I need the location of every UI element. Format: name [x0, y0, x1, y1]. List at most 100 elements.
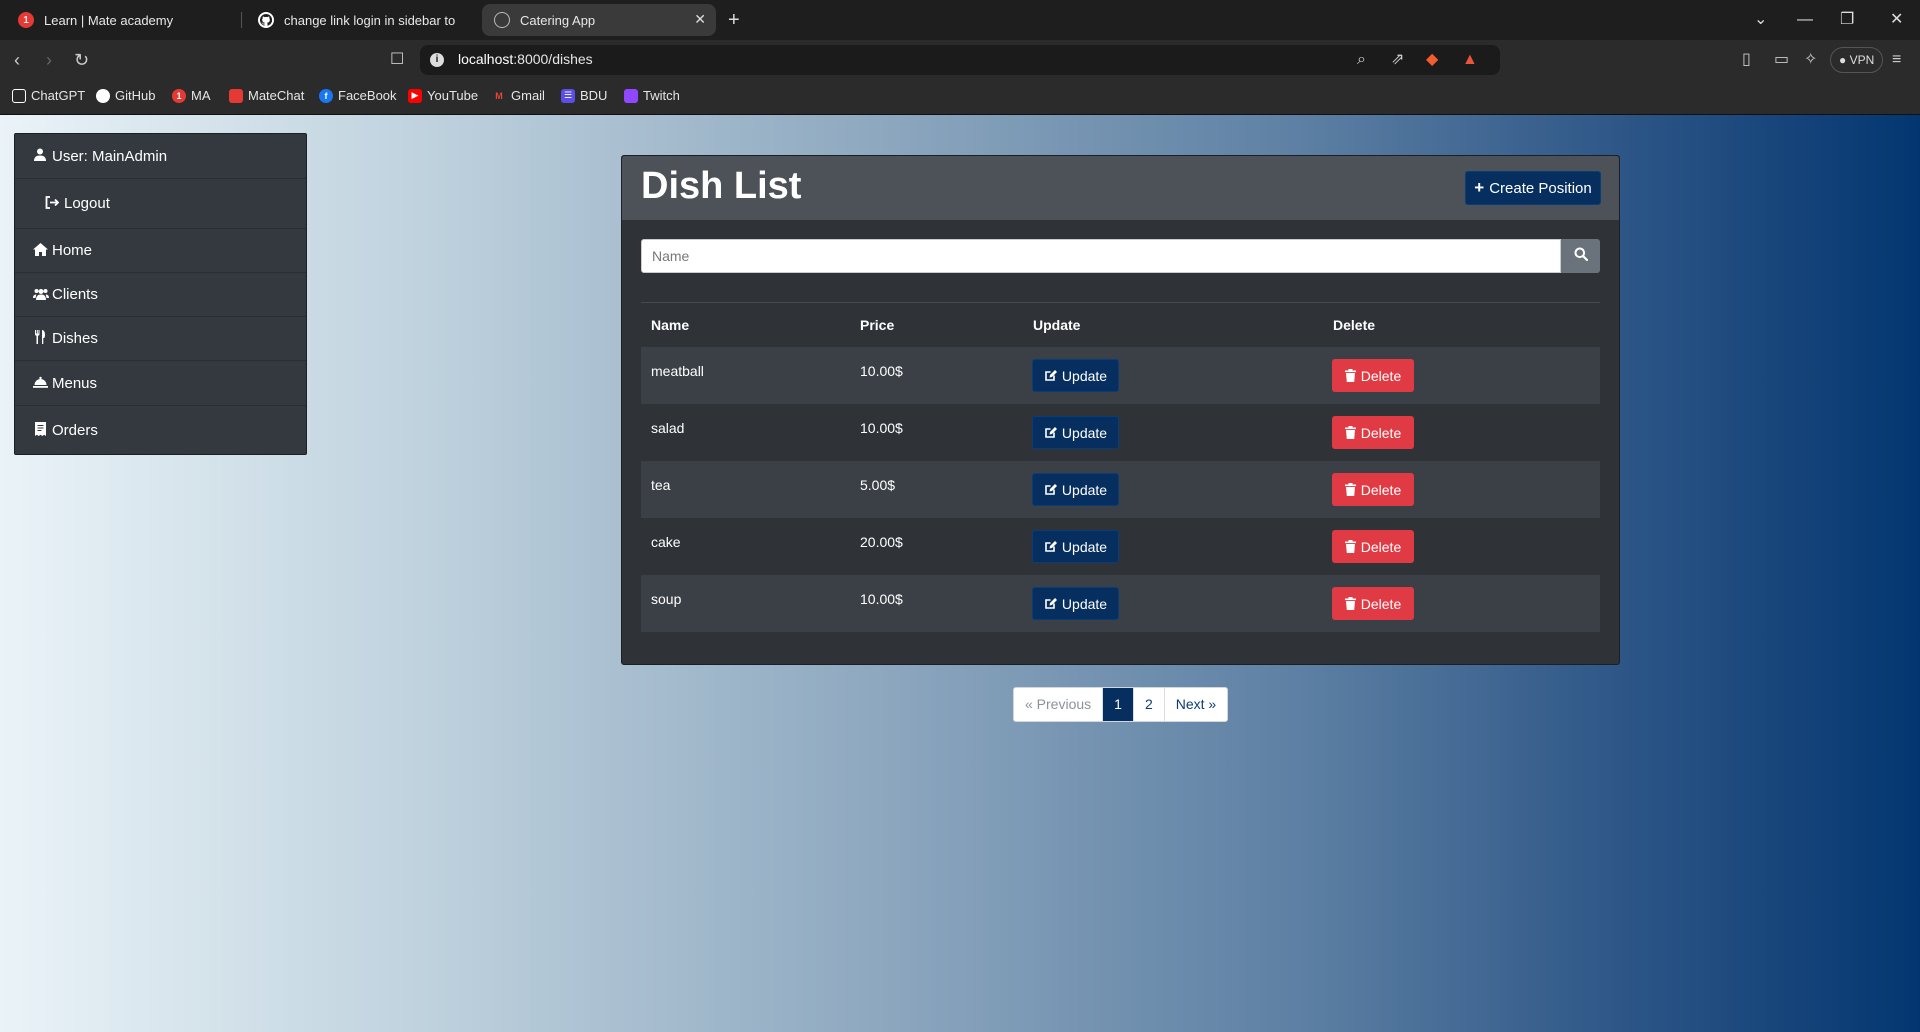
bookmark-ma[interactable]: 1 MA — [172, 88, 211, 103]
delete-button[interactable]: Delete — [1332, 587, 1414, 620]
trash-icon — [1344, 369, 1356, 382]
gmail-icon: M — [495, 90, 503, 101]
leo-ai-icon[interactable]: ✧ — [1804, 49, 1817, 71]
edit-icon — [1045, 598, 1057, 609]
bookmark-gmail[interactable]: M Gmail — [492, 88, 545, 103]
bookmark-facebook[interactable]: f FaceBook — [319, 88, 397, 103]
restore-icon[interactable]: ❐ — [1840, 8, 1854, 32]
tab-title: change link login in sidebar to avoid — [284, 12, 456, 28]
users-icon — [33, 287, 49, 303]
sidebar-item-home[interactable]: Home — [15, 229, 306, 273]
browser-tab-mate-academy[interactable]: 1 Learn | Mate academy — [6, 4, 236, 36]
table-row: soup 10.00$ Update Delete — [641, 575, 1600, 632]
mate-academy-icon: 1 — [172, 88, 186, 103]
close-window-icon[interactable]: ✕ — [1890, 8, 1903, 32]
update-button[interactable]: Update — [1032, 587, 1119, 620]
site-info-icon[interactable]: i — [430, 53, 444, 67]
bookmark-youtube[interactable]: ▶ YouTube — [408, 88, 478, 103]
mate-academy-icon: 1 — [18, 12, 34, 28]
pagination-page-1[interactable]: 1 — [1103, 688, 1134, 721]
column-header-name: Name — [651, 317, 690, 333]
browser-tab-github[interactable]: change link login in sidebar to avoid — [246, 4, 468, 36]
browser-tab-catering-app[interactable]: Catering App ✕ — [482, 4, 716, 36]
cloche-icon — [33, 375, 48, 391]
github-icon — [96, 88, 110, 103]
plus-icon: + — [1474, 178, 1485, 197]
utensils-icon — [33, 330, 47, 347]
sidebar-toggle-icon[interactable]: ▯ — [1742, 49, 1751, 71]
reload-icon[interactable]: ↻ — [74, 48, 89, 72]
home-icon — [33, 242, 48, 259]
bookmark-bdu[interactable]: ☰ BDU — [561, 88, 607, 103]
wallet-icon[interactable]: ▭ — [1774, 49, 1789, 71]
vpn-button[interactable]: ● VPN — [1830, 47, 1884, 73]
page-viewport: User: MainAdmin Logout Home Clients Dish… — [0, 115, 1920, 1032]
column-header-update: Update — [1033, 317, 1081, 333]
edit-icon — [1045, 484, 1057, 495]
delete-button[interactable]: Delete — [1332, 416, 1414, 449]
bdu-icon: ☰ — [561, 88, 575, 103]
brave-shields-icon[interactable]: ◆ — [1426, 49, 1438, 71]
delete-button[interactable]: Delete — [1332, 359, 1414, 392]
back-icon[interactable]: ‹ — [14, 48, 20, 72]
minimize-icon[interactable]: — — [1797, 8, 1813, 32]
dish-name: meatball — [651, 363, 704, 379]
create-position-button[interactable]: + Create Position — [1465, 171, 1601, 205]
sidebar-item-logout[interactable]: Logout — [15, 179, 306, 229]
sidebar-item-dishes[interactable]: Dishes — [15, 317, 306, 361]
bookmark-matechat[interactable]: MateChat — [229, 88, 304, 103]
sidebar-item-orders[interactable]: Orders — [15, 406, 306, 454]
dish-price: 10.00$ — [860, 420, 903, 436]
trash-icon — [1344, 483, 1356, 496]
sign-out-icon — [45, 195, 60, 212]
search-button[interactable] — [1561, 239, 1600, 273]
bookmark-twitch[interactable]: Twitch — [624, 88, 680, 103]
dish-list-card: Dish List + Create Position Name Price U… — [621, 155, 1620, 665]
update-button[interactable]: Update — [1032, 473, 1119, 506]
bookmark-chatgpt[interactable]: ChatGPT — [12, 88, 85, 103]
trash-icon — [1344, 540, 1356, 553]
zoom-icon[interactable]: ⌕ — [1357, 49, 1366, 71]
card-header: Dish List + Create Position — [622, 156, 1619, 220]
pagination-page-2[interactable]: 2 — [1133, 688, 1165, 721]
matechat-icon — [229, 88, 243, 103]
search-icon — [1574, 247, 1588, 266]
trash-icon — [1344, 426, 1356, 439]
edit-icon — [1045, 541, 1057, 552]
pagination: « Previous 1 2 Next » — [1013, 687, 1229, 722]
facebook-icon: f — [319, 88, 333, 103]
column-header-delete: Delete — [1333, 317, 1376, 333]
sidebar-item-menus[interactable]: Menus — [15, 361, 306, 406]
bookmark-page-icon[interactable]: ☐ — [390, 51, 404, 69]
update-button[interactable]: Update — [1032, 359, 1119, 392]
table-header: Name Price Update Delete — [641, 302, 1600, 347]
user-icon — [33, 148, 47, 164]
tab-title: Catering App — [520, 12, 596, 28]
table-row: tea 5.00$ Update Delete — [641, 461, 1600, 518]
pagination-next[interactable]: Next » — [1164, 688, 1228, 721]
url-text[interactable]: localhost:8000/dishes — [458, 51, 593, 67]
dish-price: 10.00$ — [860, 591, 903, 607]
share-icon[interactable]: ⇗ — [1391, 49, 1404, 71]
pagination-previous: « Previous — [1014, 688, 1104, 721]
new-tab-icon[interactable]: + — [728, 8, 740, 32]
delete-button[interactable]: Delete — [1332, 530, 1414, 563]
forward-icon[interactable]: › — [46, 48, 52, 72]
sidebar-item-clients[interactable]: Clients — [15, 273, 306, 317]
bookmark-github[interactable]: GitHub — [96, 88, 155, 103]
column-header-price: Price — [860, 317, 895, 333]
dish-name: tea — [651, 477, 671, 493]
youtube-icon: ▶ — [408, 88, 422, 103]
menu-icon[interactable]: ≡ — [1892, 49, 1901, 71]
update-button[interactable]: Update — [1032, 416, 1119, 449]
close-tab-icon[interactable]: ✕ — [694, 11, 706, 28]
edit-icon — [1045, 370, 1057, 381]
edit-icon — [1045, 427, 1057, 438]
update-button[interactable]: Update — [1032, 530, 1119, 563]
delete-button[interactable]: Delete — [1332, 473, 1414, 506]
dish-price: 10.00$ — [860, 363, 903, 379]
brave-rewards-icon[interactable]: ▲ — [1462, 49, 1478, 71]
tab-search-chevron-icon[interactable]: ⌄ — [1754, 8, 1767, 32]
table-row: salad 10.00$ Update Delete — [641, 404, 1600, 461]
search-input[interactable] — [641, 239, 1561, 273]
